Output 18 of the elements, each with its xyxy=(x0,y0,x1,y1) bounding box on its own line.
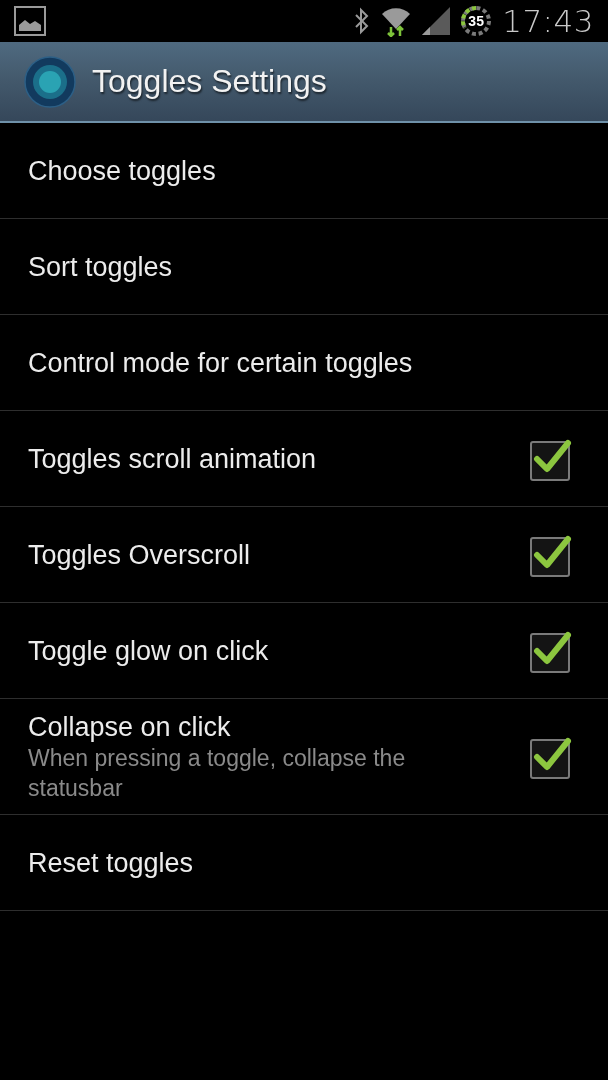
setting-title[interactable]: Toggles Overscroll xyxy=(28,538,478,571)
wifi-icon xyxy=(380,5,413,37)
screen-title: Toggles Settings xyxy=(92,63,327,100)
setting-summary: When pressing a toggle, collapse the statusbar xyxy=(28,743,407,803)
setting-title[interactable]: Toggle glow on click xyxy=(28,634,478,667)
signal-icon xyxy=(422,7,451,35)
setting-title[interactable]: Choose toggles xyxy=(28,154,478,187)
battery-ring-icon xyxy=(460,5,493,37)
app-logo-icon xyxy=(24,55,76,108)
battery-level: 35 xyxy=(467,13,485,29)
setting-title[interactable]: Sort toggles xyxy=(28,250,478,283)
setting-title[interactable]: Collapse on click xyxy=(28,710,478,743)
setting-title[interactable]: Control mode for certain toggles xyxy=(28,346,478,379)
bluetooth-icon xyxy=(354,7,371,35)
clock-time: 17:43 xyxy=(502,3,594,39)
setting-title[interactable]: Toggles scroll animation xyxy=(28,442,478,475)
setting-title[interactable]: Reset toggles xyxy=(28,846,478,879)
picture-notification-icon xyxy=(14,6,46,36)
